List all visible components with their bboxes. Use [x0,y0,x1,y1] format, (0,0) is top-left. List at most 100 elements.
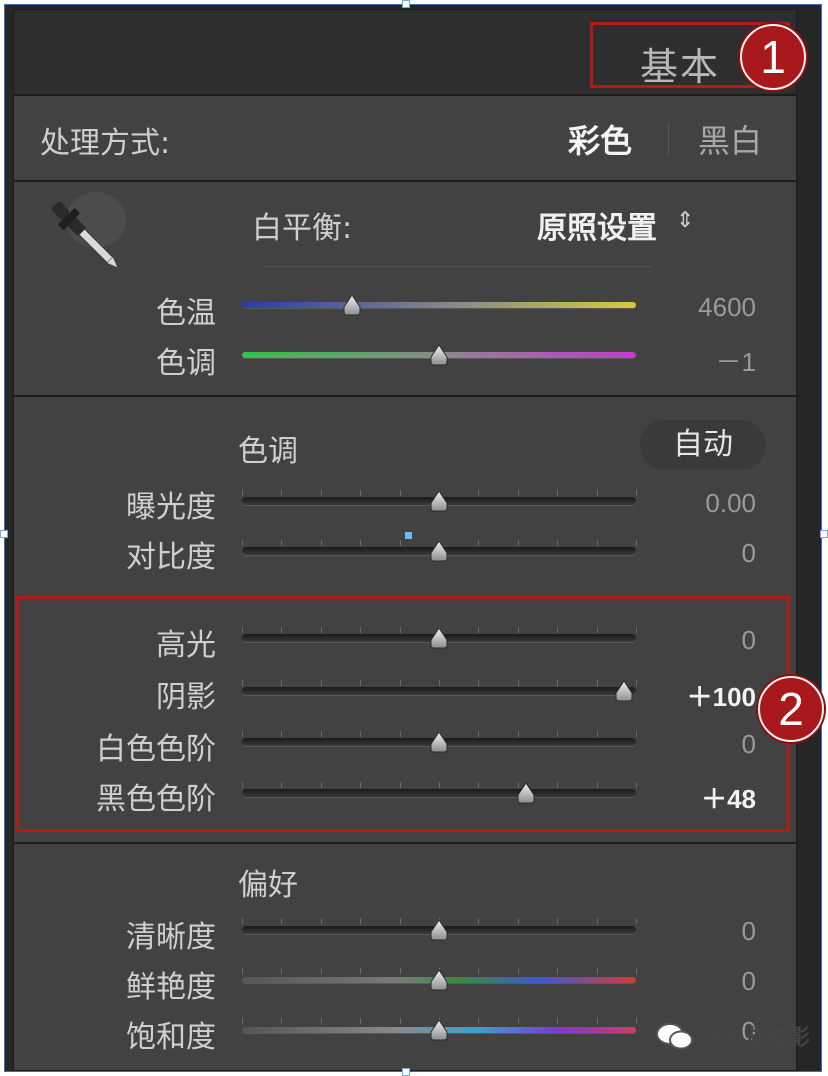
whites-label: 白色色阶 [96,732,216,767]
highlights-value[interactable]: 0 [636,625,756,656]
contrast-label: 对比度 [126,540,216,575]
slider-tick [439,782,440,788]
highlights-slider-thumb[interactable] [428,627,450,649]
exposure-slider-thumb[interactable] [428,490,450,512]
slider-tick [281,627,283,633]
slider-tick [281,918,283,924]
slider-tick [517,1018,519,1024]
shadows-value[interactable]: ＋100 [636,677,756,714]
slider-tick [517,627,519,633]
select-arrows-icon[interactable]: ⇕ [676,208,694,233]
auto-tone-button[interactable]: 自动 [640,420,766,470]
slider-tick [596,1018,598,1024]
slider-tick [281,968,283,974]
slider-tick [360,540,362,546]
slider-tick [320,490,322,496]
saturation-slider-thumb[interactable] [428,1019,450,1041]
presence-heading: 偏好 [238,868,298,903]
whites-slider-thumb[interactable] [428,731,450,753]
wb-preset-select[interactable]: 原照设置 [537,203,657,247]
slider-tick [360,731,362,737]
callout-badge-2: 2 [758,676,824,742]
slider-tick [360,782,362,788]
saturation-label: 饱和度 [126,1020,216,1055]
slider-tick [478,968,480,974]
slider-tick [596,968,598,974]
wb-inner-divider [262,266,652,267]
slider-tick [557,627,559,633]
blacks-slider-track[interactable] [242,789,636,797]
slider-tick [242,782,243,788]
exposure-value[interactable]: 0.00 [636,488,756,519]
eyedropper-icon[interactable] [40,190,132,286]
slider-tick [557,680,559,686]
clarity-value[interactable]: 0 [636,916,756,947]
selection-handle[interactable] [402,1068,410,1076]
exposure-label: 曝光度 [126,490,216,525]
temp-value[interactable]: 4600 [636,292,756,323]
tint-value[interactable]: －1 [636,342,756,379]
slider-tick [242,968,243,974]
slider-tick [242,680,243,686]
slider-tick [399,731,401,737]
slider-tick [399,918,401,924]
clarity-label: 清晰度 [126,920,216,955]
slider-tick [360,1018,362,1024]
treatment-color-button[interactable]: 彩色 [568,116,632,162]
contrast-value[interactable]: 0 [636,538,756,569]
cursor-marker [405,532,412,539]
tone-heading: 色调 [238,434,298,469]
slider-tick [320,918,322,924]
highlights-label: 高光 [156,628,216,663]
slider-tick [596,680,598,686]
slider-tick [596,627,598,633]
slider-tick [281,782,283,788]
slider-tick [557,731,559,737]
slider-tick [320,782,322,788]
slider-tick [478,680,480,686]
slider-tick [242,1018,243,1024]
shadows-label: 阴影 [156,680,216,715]
blacks-value[interactable]: ＋48 [636,779,756,816]
slider-tick [399,490,401,496]
slider-tick [596,731,598,737]
section-divider [14,180,796,182]
selection-handle[interactable] [402,0,410,8]
slider-tick [478,490,480,496]
slider-tick [320,540,322,546]
slider-tick [478,1018,480,1024]
slider-tick [478,731,480,737]
treatment-bw-button[interactable]: 黑白 [698,116,762,162]
slider-tick [557,918,559,924]
vibrance-label: 鲜艳度 [126,970,216,1005]
temp-slider-track[interactable] [242,302,636,308]
contrast-slider-thumb[interactable] [428,540,450,562]
slider-tick [242,918,243,924]
slider-tick [399,680,401,686]
slider-tick [399,627,401,633]
section-divider [14,842,796,844]
vibrance-value[interactable]: 0 [636,966,756,997]
whites-value[interactable]: 0 [636,729,756,760]
slider-tick [517,680,519,686]
temp-label: 色温 [156,296,216,331]
clarity-slider-thumb[interactable] [428,919,450,941]
section-divider [14,395,796,397]
slider-tick [478,540,480,546]
tint-slider-thumb[interactable] [428,344,450,366]
wechat-icon [655,1022,695,1056]
slider-tick [360,918,362,924]
treatment-label: 处理方式: [40,126,171,161]
temp-slider-thumb[interactable] [341,294,363,316]
watermark-text: 好机友摄影 [700,1026,811,1051]
slider-tick [478,918,480,924]
shadows-slider-track[interactable] [242,687,636,695]
slider-tick [360,490,362,496]
slider-tick [399,540,401,546]
selection-handle[interactable] [820,530,828,538]
vibrance-slider-thumb[interactable] [428,969,450,991]
selection-handle[interactable] [0,530,8,538]
slider-tick [320,680,322,686]
shadows-slider-thumb[interactable] [613,680,635,702]
blacks-slider-thumb[interactable] [515,782,537,804]
